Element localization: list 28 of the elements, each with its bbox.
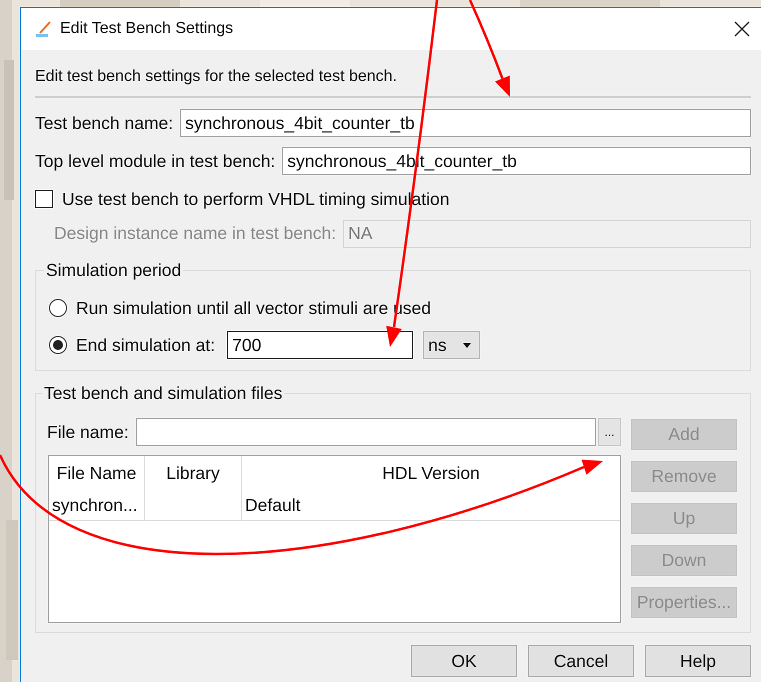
radio-button[interactable]	[49, 299, 67, 317]
unit-dropdown[interactable]: ns	[423, 331, 480, 359]
dialog-button[interactable]: Help	[645, 645, 751, 677]
group-title: Test bench and simulation files	[43, 383, 284, 403]
checkbox[interactable]	[35, 190, 53, 208]
field-label: Test bench name:	[35, 112, 174, 134]
table-cell-text: Default	[244, 494, 302, 517]
dialog-button[interactable]: OK	[411, 645, 517, 677]
radio-label: End simulation at:	[76, 334, 216, 356]
input-field[interactable]: synchronous_4bit_counter_tb	[180, 109, 751, 137]
browse-button[interactable]: ...	[598, 418, 621, 446]
field-label: Top level module in test bench:	[35, 150, 276, 172]
column-header[interactable]: Library	[145, 456, 242, 491]
input-field[interactable]	[136, 418, 596, 446]
description-text: Edit test bench settings for the selected test bench.	[35, 67, 398, 87]
window-title: Edit Test Bench Settings	[60, 20, 234, 38]
group-title: Simulation period	[45, 260, 182, 280]
radio-button[interactable]	[49, 336, 67, 354]
column-header[interactable]: File Name	[49, 456, 145, 491]
field-label: Design instance name in test bench:	[54, 223, 336, 244]
pencil-icon	[35, 20, 53, 38]
close-icon[interactable]	[734, 21, 750, 37]
caret-icon	[463, 342, 472, 348]
table-cell: synchron...	[49, 491, 145, 520]
field-label: File name:	[47, 422, 129, 442]
input-field[interactable]: 700	[227, 331, 414, 359]
dialog-button[interactable]: Cancel	[528, 645, 634, 677]
column-header[interactable]: HDL Version	[242, 456, 620, 491]
